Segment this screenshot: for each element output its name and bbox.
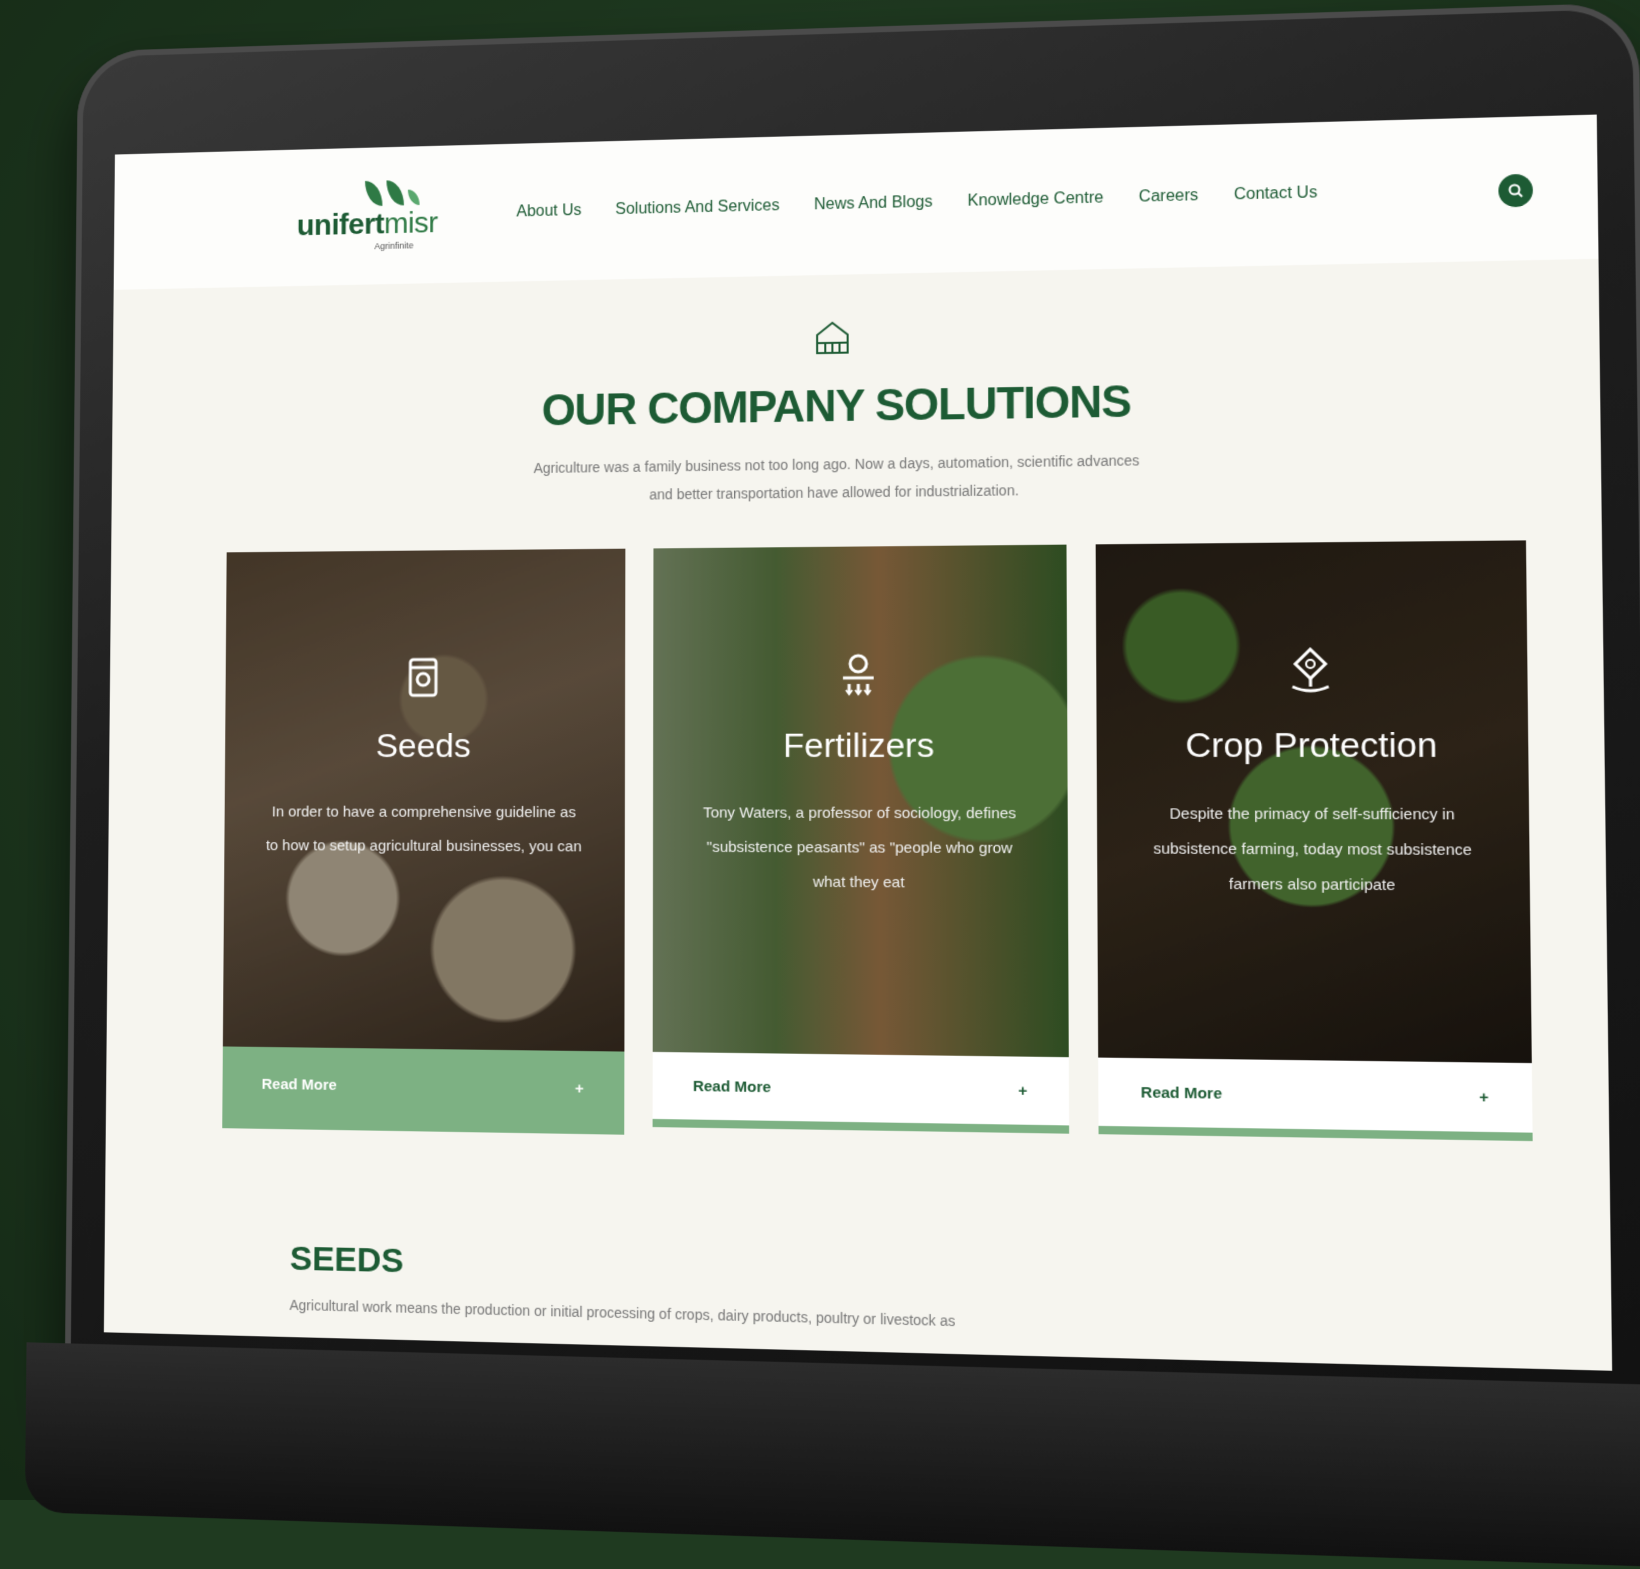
card-crop-protection[interactable]: Crop Protection Despite the primacy of s… [1096, 540, 1533, 1149]
card-image: Fertilizers Tony Waters, a professor of … [652, 545, 1069, 1058]
read-more-label: Read More [262, 1075, 337, 1093]
card-title: Fertilizers [783, 726, 934, 766]
logo[interactable]: unifertmisr Agrinfinite [297, 179, 438, 253]
read-more-label: Read More [693, 1077, 771, 1095]
greenhouse-icon [809, 314, 856, 361]
menu-item-contact[interactable]: Contact Us [1234, 184, 1318, 204]
seed-bag-icon [397, 650, 451, 704]
logo-leaves-icon [365, 180, 420, 207]
seeds-section: SEEDS Agricultural work means the produc… [104, 1126, 1612, 1345]
seeds-heading: SEEDS [290, 1240, 1612, 1309]
logo-wordmark: unifertmisr [297, 207, 438, 244]
card-fertilizers[interactable]: Fertilizers Tony Waters, a professor of … [652, 545, 1069, 1142]
section-subtitle: Agriculture was a family business not to… [521, 446, 1153, 510]
read-more-button[interactable]: Read More + [1099, 1058, 1533, 1142]
menu-item-about-us[interactable]: About Us [516, 202, 581, 221]
logo-tagline: Agrinfinite [374, 240, 413, 251]
menu-item-knowledge[interactable]: Knowledge Centre [967, 189, 1103, 210]
card-text: Tony Waters, a professor of sociology, d… [695, 796, 1024, 901]
plus-icon: + [575, 1081, 584, 1096]
search-icon [1507, 182, 1524, 199]
read-more-button[interactable]: Read More + [652, 1052, 1069, 1134]
card-text: In order to have a comprehensive guideli… [265, 796, 582, 865]
read-more-label: Read More [1141, 1084, 1222, 1103]
section-title: OUR COMPANY SOLUTIONS [112, 369, 1600, 442]
search-button[interactable] [1498, 174, 1533, 208]
plus-icon: + [1479, 1089, 1489, 1105]
menu-item-solutions[interactable]: Solutions And Services [615, 197, 779, 219]
browser-screen: unifertmisr Agrinfinite About Us Solutio… [104, 115, 1612, 1371]
crop-protection-icon [1281, 645, 1339, 701]
card-title: Seeds [376, 727, 471, 766]
solutions-section: OUR COMPANY SOLUTIONS Agriculture was a … [106, 259, 1610, 1151]
card-text: Despite the primacy of self-sufficiency … [1142, 797, 1484, 904]
read-more-button[interactable]: Read More + [222, 1046, 624, 1134]
card-seeds[interactable]: Seeds In order to have a comprehensive g… [222, 549, 625, 1135]
plus-icon: + [1018, 1083, 1027, 1099]
fertilizer-icon [831, 647, 886, 702]
main-menu: About Us Solutions And Services News And… [516, 184, 1317, 221]
menu-item-news[interactable]: News And Blogs [814, 194, 933, 215]
card-image: Crop Protection Despite the primacy of s… [1096, 540, 1532, 1063]
menu-item-careers[interactable]: Careers [1139, 187, 1199, 207]
solution-cards: Seeds In order to have a comprehensive g… [106, 498, 1610, 1151]
card-title: Crop Protection [1185, 726, 1437, 767]
laptop-mockup: unifertmisr Agrinfinite About Us Solutio… [25, 0, 1640, 1547]
card-image: Seeds In order to have a comprehensive g… [223, 549, 625, 1052]
